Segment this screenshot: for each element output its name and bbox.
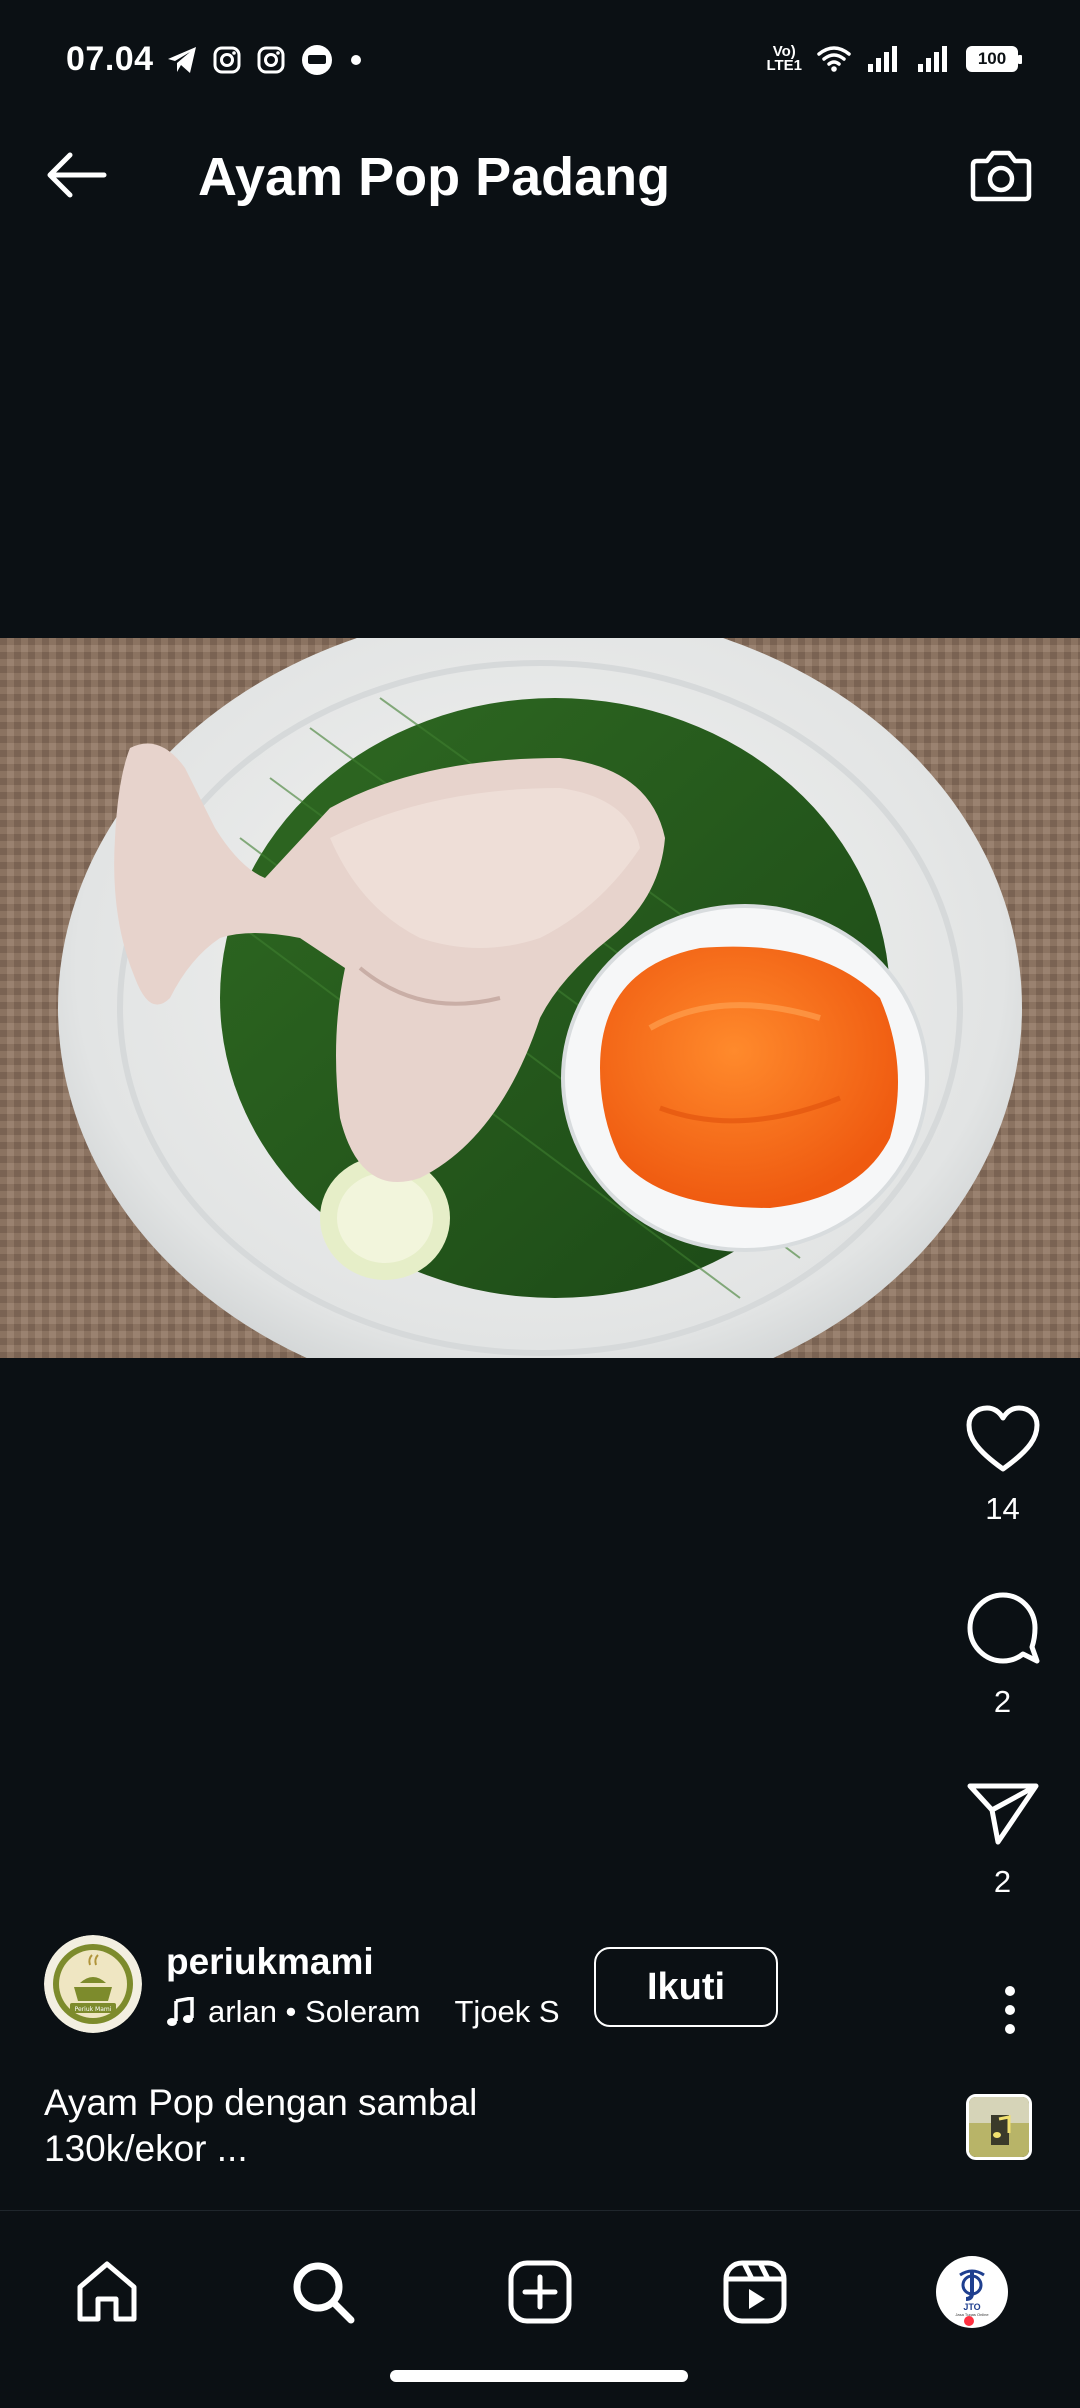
music-next: Tjoek S — [454, 1994, 560, 2029]
home-indicator[interactable] — [390, 2370, 688, 2382]
send-icon[interactable] — [966, 1780, 1040, 1846]
jto-logo-icon — [959, 2269, 985, 2301]
heart-icon[interactable] — [965, 1405, 1041, 1473]
music-ticker[interactable]: arlan • Soleram Tjoek S — [166, 1992, 616, 2032]
wifi-icon — [816, 44, 852, 74]
create-icon — [508, 2260, 572, 2324]
reels-icon — [723, 2260, 787, 2324]
comment-icon[interactable] — [965, 1590, 1041, 1666]
instagram-icon — [256, 45, 286, 75]
camera-icon — [970, 150, 1032, 202]
periuk-mami-logo: Periuk Mami — [44, 1935, 142, 2033]
search-icon — [293, 2262, 355, 2324]
profile-avatar-text: JTO — [963, 2302, 981, 2312]
author-avatar[interactable]: Periuk Mami — [44, 1935, 142, 2033]
instagram-icon — [212, 45, 242, 75]
audio-thumbnail[interactable] — [966, 2094, 1032, 2160]
caption-line-1: Ayam Pop dengan sambal — [44, 2082, 478, 2123]
nav-create[interactable] — [495, 2247, 585, 2337]
follow-button[interactable]: Ikuti — [594, 1947, 778, 2027]
battery-icon: 100 — [966, 46, 1022, 72]
nav-home[interactable] — [62, 2247, 152, 2337]
page-title: Ayam Pop Padang — [198, 147, 671, 207]
food-photo — [0, 638, 1080, 1358]
author-username[interactable]: periukmami — [166, 1941, 374, 1983]
like-count: 14 — [985, 1491, 1020, 1526]
chat-icon — [300, 44, 334, 76]
status-right-icons: Vo) LTE1 100 — [766, 44, 1022, 74]
more-vertical-icon — [1005, 1986, 1015, 2034]
lte-label: LTE1 — [766, 57, 802, 74]
top-bar: Ayam Pop Padang — [0, 100, 1080, 250]
share-count: 2 — [993, 1864, 1012, 1899]
comment-count: 2 — [993, 1684, 1012, 1719]
home-icon — [77, 2261, 137, 2322]
caption-line-2: 130k/ekor ... — [44, 2128, 248, 2169]
nav-reels[interactable] — [710, 2247, 800, 2337]
post-caption[interactable]: Ayam Pop dengan sambal 130k/ekor ... — [44, 2080, 604, 2172]
audio-cover-image — [969, 2097, 1029, 2157]
more-options-button[interactable] — [980, 1980, 1040, 2040]
status-bar: 07.04 Vo) LTE1 100 — [0, 0, 1080, 100]
music-artist: arlan • Soleram — [208, 1994, 421, 2029]
signal-icon — [916, 44, 952, 74]
share-action: 2 — [955, 1780, 1050, 1900]
status-time: 07.04 — [66, 40, 154, 78]
comment-action: 2 — [955, 1590, 1050, 1720]
status-left-icons — [166, 44, 364, 76]
post-image[interactable] — [0, 638, 1080, 1358]
like-action: 14 — [955, 1405, 1050, 1527]
signal-icon — [866, 44, 902, 74]
notification-dot — [964, 2316, 974, 2326]
arrow-left-icon — [47, 152, 107, 198]
back-button[interactable] — [40, 145, 112, 205]
nav-search[interactable] — [278, 2247, 368, 2337]
camera-button[interactable] — [966, 140, 1036, 210]
telegram-icon — [166, 45, 198, 75]
music-note-icon — [166, 1997, 194, 2027]
svg-text:Periuk Mami: Periuk Mami — [75, 2006, 112, 2013]
author-row: Periuk Mami periukmami arlan • Soleram T… — [44, 1935, 804, 2035]
volte-icon: Vo) LTE1 — [766, 44, 802, 74]
dot-icon — [348, 52, 364, 68]
